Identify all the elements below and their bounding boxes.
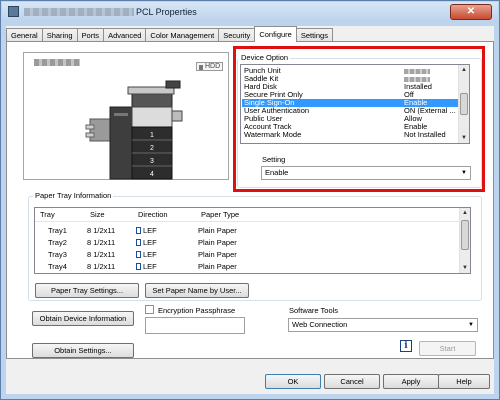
table-row[interactable]: Tray4 8 1/2x11 LEF Plain Paper [35, 261, 470, 272]
window-title: PCL Properties [136, 7, 197, 17]
obtain-settings-button[interactable]: Obtain Settings... [32, 343, 134, 358]
software-tools-label: Software Tools [289, 306, 339, 315]
tab-security[interactable]: Security [218, 28, 256, 42]
svg-text:1: 1 [150, 132, 154, 139]
tab-advanced[interactable]: Advanced [103, 28, 147, 42]
apply-button[interactable]: Apply [383, 374, 439, 389]
list-item[interactable]: Watermark Mode Not Installed [242, 131, 459, 139]
title-bar[interactable]: PCL Properties ✕ [2, 2, 498, 22]
setting-label: Setting [262, 155, 286, 164]
ok-button[interactable]: OK [265, 374, 321, 389]
scroll-down-icon[interactable]: ▼ [459, 133, 469, 143]
table-row[interactable]: Tray3 8 1/2x11 LEF Plain Paper [35, 249, 470, 260]
tab-strip: General Sharing Ports Advanced Color Man… [6, 26, 333, 42]
printer-name-redacted [24, 8, 134, 16]
column-paper-type[interactable]: Paper Type [201, 208, 239, 222]
start-button[interactable]: Start [419, 341, 476, 356]
tab-settings[interactable]: Settings [295, 28, 333, 42]
scroll-down-icon[interactable]: ▼ [460, 263, 470, 273]
svg-text:4: 4 [150, 171, 154, 178]
direction-text: LEF [143, 238, 157, 247]
chevron-down-icon: ▼ [461, 170, 467, 176]
option-value: Not Installed [404, 130, 446, 139]
size-cell: 8 1/2x11 [87, 262, 116, 271]
direction-text: LEF [143, 250, 157, 259]
paper-type-cell: Plain Paper [198, 250, 237, 259]
paper-orientation-icon [136, 263, 141, 270]
device-option-title: Device Option [239, 53, 291, 62]
chevron-down-icon: ▼ [468, 322, 474, 328]
paper-tray-scrollbar[interactable]: ▲ ▼ [459, 208, 470, 273]
scroll-up-icon[interactable]: ▲ [460, 208, 470, 218]
svg-text:2: 2 [150, 145, 154, 152]
setting-value: Enable [265, 168, 289, 177]
option-value-redacted [404, 68, 430, 74]
tray-cell: Tray2 [48, 238, 67, 247]
printer-illustration: 1 2 3 4 [85, 80, 183, 180]
tray-cell: Tray3 [48, 250, 67, 259]
option-value-redacted [404, 76, 430, 82]
paper-type-cell: Plain Paper [198, 262, 237, 271]
encryption-passphrase-input[interactable] [145, 317, 245, 334]
paper-type-cell: Plain Paper [198, 238, 237, 247]
obtain-device-information-button[interactable]: Obtain Device Information [32, 311, 134, 326]
scroll-thumb[interactable] [460, 93, 468, 115]
direction-cell: LEF [136, 237, 157, 248]
encryption-passphrase-checkbox[interactable] [145, 305, 154, 314]
tray-cell: Tray4 [48, 262, 67, 271]
option-name: Watermark Mode [244, 130, 302, 139]
encryption-passphrase-label: Encryption Passphrase [158, 306, 236, 315]
model-name-redacted [34, 59, 80, 66]
device-preview: HDD 1 2 3 4 [23, 52, 229, 180]
device-option-scrollbar[interactable]: ▲ ▼ [458, 65, 469, 143]
direction-cell: LEF [136, 261, 157, 272]
paper-tray-table[interactable]: Tray Size Direction Paper Type Tray1 8 1… [34, 207, 471, 274]
tab-configure[interactable]: Configure [254, 26, 297, 42]
tab-general[interactable]: General [6, 28, 43, 42]
paper-orientation-icon [136, 227, 141, 234]
direction-cell: LEF [136, 249, 157, 260]
hdd-badge: HDD [196, 62, 224, 71]
column-tray[interactable]: Tray [40, 208, 55, 222]
info-icon[interactable]: i [400, 340, 412, 352]
help-button[interactable]: Help [438, 374, 490, 389]
column-direction[interactable]: Direction [138, 208, 168, 222]
size-cell: 8 1/2x11 [87, 226, 116, 235]
set-paper-name-button[interactable]: Set Paper Name by User... [145, 283, 249, 298]
svg-text:3: 3 [150, 158, 154, 165]
software-tools-value: Web Connection [292, 320, 348, 329]
cancel-button[interactable]: Cancel [324, 374, 380, 389]
size-cell: 8 1/2x11 [87, 238, 116, 247]
tray-cell: Tray1 [48, 226, 67, 235]
software-tools-dropdown[interactable]: Web Connection ▼ [288, 318, 478, 332]
scroll-up-icon[interactable]: ▲ [459, 65, 469, 75]
table-row[interactable]: Tray2 8 1/2x11 LEF Plain Paper [35, 237, 470, 248]
table-header: Tray Size Direction Paper Type [35, 208, 470, 222]
paper-tray-settings-button[interactable]: Paper Tray Settings... [35, 283, 139, 298]
paper-type-cell: Plain Paper [198, 226, 237, 235]
tab-ports[interactable]: Ports [76, 28, 105, 42]
direction-cell: LEF [136, 225, 157, 236]
direction-text: LEF [143, 262, 157, 271]
paper-tray-title: Paper Tray Information [33, 191, 114, 200]
scroll-thumb[interactable] [461, 220, 469, 250]
direction-text: LEF [143, 226, 157, 235]
size-cell: 8 1/2x11 [87, 250, 116, 259]
column-size[interactable]: Size [90, 208, 105, 222]
table-row[interactable]: Tray1 8 1/2x11 LEF Plain Paper [35, 225, 470, 236]
paper-orientation-icon [136, 251, 141, 258]
setting-dropdown[interactable]: Enable ▼ [261, 166, 471, 180]
close-button[interactable]: ✕ [450, 4, 492, 20]
printer-icon [8, 6, 19, 17]
tab-sharing[interactable]: Sharing [41, 28, 78, 42]
paper-orientation-icon [136, 239, 141, 246]
tab-color-management[interactable]: Color Management [145, 28, 220, 42]
device-option-list[interactable]: Punch Unit Saddle Kit Hard Disk Installe… [240, 64, 470, 144]
